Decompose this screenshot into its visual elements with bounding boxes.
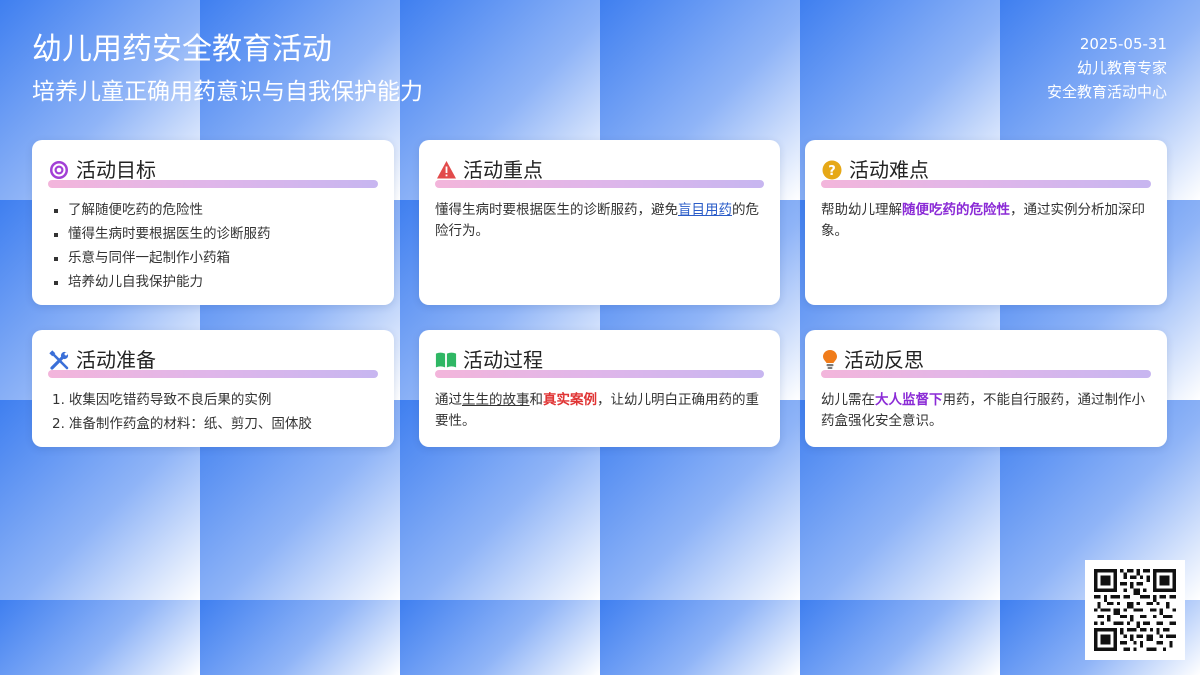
background-tile [800,600,1000,675]
meta-author: 幼儿教育专家 [1076,59,1167,77]
focus-link[interactable]: 盲目用药 [678,202,732,218]
focus-text-before: 懂得生病时要根据医生的诊断服药，避免 [435,202,678,218]
card-title-row: ? 活动难点 [821,158,1151,182]
goal-list: 了解随便吃药的危险性 懂得生病时要根据医生的诊断服药 乐意与同伴一起制作小药箱 … [48,200,378,293]
card-title-row: 活动过程 [435,348,764,372]
meta-organization: 安全教育活动中心 [1046,83,1167,101]
warning-icon [435,159,457,181]
meta-date: 2025-05-31 [1079,35,1167,53]
process-text-middle: 和 [529,392,544,408]
process-underlined: 生生的故事 [462,392,530,408]
page-header: 幼儿用药安全教育活动 培养儿童正确用药意识与自我保护能力 [32,30,423,108]
list-item-number: 1. [52,392,65,408]
card-goal: 活动目标 了解随便吃药的危险性 懂得生病时要根据医生的诊断服药 乐意与同伴一起制… [32,140,394,305]
card-focus: 活动重点 懂得生病时要根据医生的诊断服药，避免盲目用药的危险行为。 [419,140,780,305]
list-item-text: 收集因吃错药导致不良后果的实例 [68,392,272,408]
lightbulb-icon [821,349,838,371]
book-icon [435,349,457,371]
card-body: 通过生生的故事和真实案例，让幼儿明白正确用药的重要性。 [435,390,764,432]
svg-text:?: ? [828,164,836,179]
list-item: 乐意与同伴一起制作小药箱 [48,248,378,269]
card-title-row: 活动重点 [435,158,764,182]
card-body: 了解随便吃药的危险性 懂得生病时要根据医生的诊断服药 乐意与同伴一起制作小药箱 … [48,200,378,293]
card-preparation: 活动准备 1. 收集因吃错药导致不良后果的实例 2. 准备制作药盒的材料：纸、剪刀、… [32,330,394,447]
card-title-row: 活动准备 [48,348,378,372]
card-title: 活动目标 [76,158,156,182]
tools-icon [48,349,70,371]
page-title: 幼儿用药安全教育活动 [32,32,332,67]
background-tile [400,600,600,675]
card-title-row: 活动反思 [821,348,1151,372]
list-item-number: 2. [52,416,65,432]
card-process: 活动过程 通过生生的故事和真实案例，让幼儿明白正确用药的重要性。 [419,330,780,447]
list-item: 1. 收集因吃错药导致不良后果的实例 [48,390,378,411]
background-tile [600,600,800,675]
meta-info: 2025-05-31 幼儿教育专家 安全教育活动中心 [1047,32,1167,104]
card-body: 帮助幼儿理解随便吃药的危险性，通过实例分析加深印象。 [821,200,1151,242]
qr-code-icon [1085,560,1185,660]
list-item-text: 准备制作药盒的材料：纸、剪刀、固体胶 [68,416,312,432]
card-header: 活动准备 [48,348,378,378]
background-tile [200,600,400,675]
process-text-before: 通过 [435,392,462,408]
list-item: 了解随便吃药的危险性 [48,200,378,221]
reflection-text-before: 幼儿需在 [821,392,875,408]
card-header: 活动反思 [821,348,1151,378]
background-tile [0,600,200,675]
preparation-list: 1. 收集因吃错药导致不良后果的实例 2. 准备制作药盒的材料：纸、剪刀、固体胶 [48,390,378,435]
card-difficulty: ? 活动难点 帮助幼儿理解随便吃药的危险性，通过实例分析加深印象。 [805,140,1167,305]
card-title: 活动准备 [76,348,156,372]
card-body: 1. 收集因吃错药导致不良后果的实例 2. 准备制作药盒的材料：纸、剪刀、固体胶 [48,390,378,435]
difficulty-highlight: 随便吃药的危险性 [902,202,1010,218]
card-header: 活动目标 [48,158,378,188]
page-subtitle: 培养儿童正确用药意识与自我保护能力 [32,79,423,105]
list-item: 培养幼儿自我保护能力 [48,272,378,293]
list-item: 2. 准备制作药盒的材料：纸、剪刀、固体胶 [48,414,378,435]
card-title-row: 活动目标 [48,158,378,182]
reflection-highlight: 大人监督下 [875,392,943,408]
card-header: ? 活动难点 [821,158,1151,188]
target-icon [48,159,70,181]
card-header: 活动过程 [435,348,764,378]
question-icon: ? [821,159,843,181]
card-title: 活动难点 [849,158,929,182]
card-header: 活动重点 [435,158,764,188]
process-highlight: 真实案例 [543,392,597,408]
card-title: 活动反思 [844,348,924,372]
card-body: 懂得生病时要根据医生的诊断服药，避免盲目用药的危险行为。 [435,200,764,242]
list-item: 懂得生病时要根据医生的诊断服药 [48,224,378,245]
card-reflection: 活动反思 幼儿需在大人监督下用药，不能自行服药，通过制作小药盒强化安全意识。 [805,330,1167,447]
difficulty-text-before: 帮助幼儿理解 [821,202,902,218]
card-title: 活动过程 [463,348,543,372]
card-body: 幼儿需在大人监督下用药，不能自行服药，通过制作小药盒强化安全意识。 [821,390,1151,432]
card-title: 活动重点 [463,158,543,182]
